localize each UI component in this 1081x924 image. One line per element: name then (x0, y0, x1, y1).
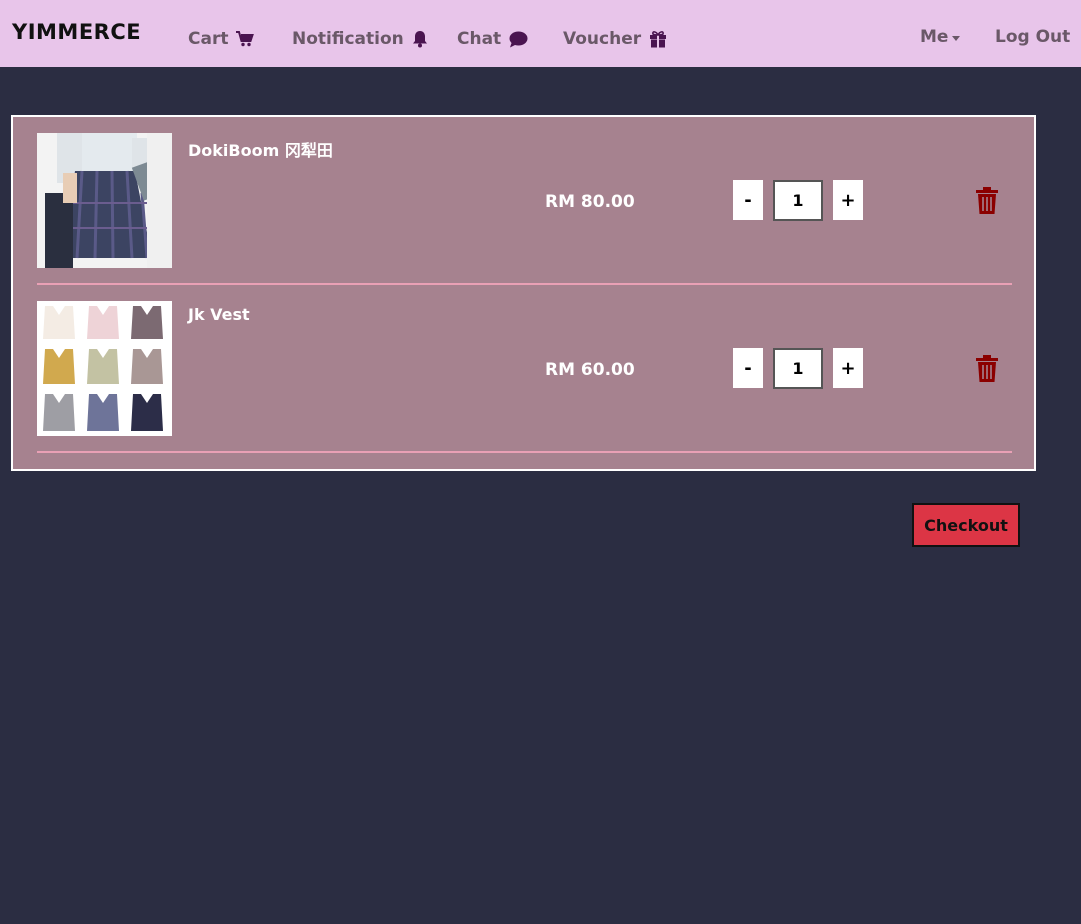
chat-bubble-icon (509, 31, 528, 48)
cart-panel: DokiBoom 冈犁田 RM 80.00 - + (11, 115, 1036, 471)
product-name[interactable]: Jk Vest (188, 305, 250, 324)
nav-cart-link[interactable]: Cart (188, 27, 255, 51)
decrease-quantity-button[interactable]: - (733, 348, 763, 388)
nav-voucher-label: Voucher (563, 29, 642, 49)
quantity-input[interactable] (773, 348, 823, 389)
logout-link[interactable]: Log Out (995, 25, 1070, 49)
decrease-quantity-button[interactable]: - (733, 180, 763, 220)
nav-cart-label: Cart (188, 29, 229, 49)
product-name[interactable]: DokiBoom 冈犁田 (188, 137, 333, 161)
gift-icon (649, 30, 667, 48)
nav-chat-link[interactable]: Chat (457, 27, 528, 51)
nav-chat-label: Chat (457, 29, 502, 49)
cart-item-row: DokiBoom 冈犁田 RM 80.00 - + (37, 117, 1012, 285)
cart-icon (236, 31, 255, 47)
bell-icon (412, 30, 428, 48)
top-navbar: YIMMERCE Cart Notification Chat Voucher … (0, 0, 1081, 67)
brand-logo[interactable]: YIMMERCE (12, 20, 141, 44)
product-image-skirt[interactable] (37, 133, 172, 268)
product-image-vest[interactable] (37, 301, 172, 436)
trash-icon[interactable] (975, 355, 999, 383)
quantity-input[interactable] (773, 180, 823, 221)
nav-notification-label: Notification (292, 29, 404, 49)
checkout-button[interactable]: Checkout (912, 503, 1020, 547)
nav-notification-link[interactable]: Notification (292, 27, 428, 51)
caret-down-icon (952, 35, 961, 41)
product-price: RM 60.00 (545, 360, 635, 380)
nav-me-label: Me (920, 27, 949, 47)
trash-icon[interactable] (975, 187, 999, 215)
product-price: RM 80.00 (545, 192, 635, 212)
cart-item-row: Jk Vest RM 60.00 - + (37, 285, 1012, 453)
nav-me-dropdown[interactable]: Me (920, 25, 961, 49)
increase-quantity-button[interactable]: + (833, 180, 863, 220)
increase-quantity-button[interactable]: + (833, 348, 863, 388)
nav-voucher-link[interactable]: Voucher (563, 27, 667, 51)
